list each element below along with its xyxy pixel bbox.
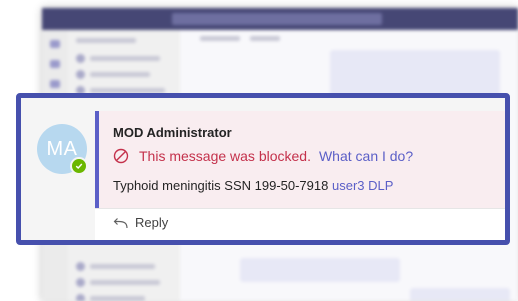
blocked-notice: This message was blocked. What can I do? <box>113 148 413 164</box>
available-check-icon <box>70 157 88 175</box>
what-can-i-do-link[interactable]: What can I do? <box>319 148 413 164</box>
user-mention[interactable]: user3 DLP <box>332 178 393 193</box>
prohibited-icon <box>113 148 129 164</box>
reply-label: Reply <box>135 215 169 230</box>
reply-button[interactable]: Reply <box>113 215 168 230</box>
message-card: MOD Administrator This message was block… <box>95 111 505 240</box>
message-body: Typhoid meningitis SSN 199-50-7918 user3… <box>113 178 393 193</box>
reply-arrow-icon <box>113 217 128 228</box>
highlighted-message-callout: MA MOD Administrator This message was bl… <box>16 93 510 245</box>
blocked-message: MOD Administrator This message was block… <box>95 111 505 208</box>
background-titlebar <box>42 8 518 30</box>
sender-name: MOD Administrator <box>113 125 232 140</box>
background-search-bar <box>172 13 382 25</box>
avatar-initials: MA <box>46 137 78 160</box>
divider <box>95 208 505 209</box>
blocked-text: This message was blocked. <box>139 148 311 164</box>
message-text: Typhoid meningitis SSN 199-50-7918 <box>113 178 329 193</box>
